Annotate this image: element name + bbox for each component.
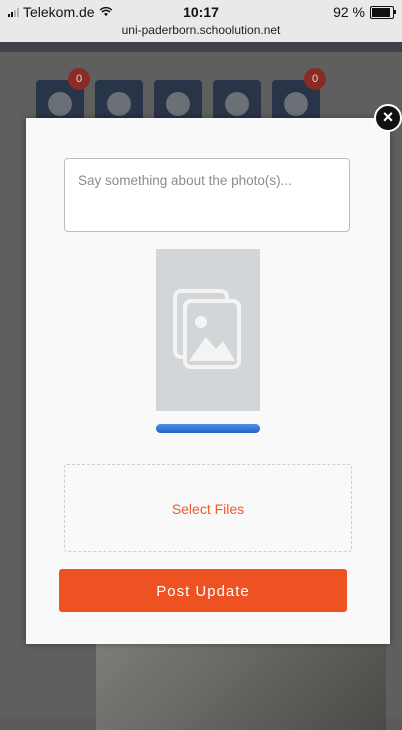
runner-icon: [166, 92, 190, 116]
address-url[interactable]: uni-paderborn.schoolution.net: [0, 23, 402, 37]
notification-badge: 0: [68, 68, 90, 90]
photo-upload-modal: Select Files Post Update: [26, 118, 390, 644]
notification-badge: 0: [304, 68, 326, 90]
battery-icon: [370, 5, 396, 19]
images-icon: [173, 289, 241, 369]
file-dropzone[interactable]: Select Files: [64, 464, 352, 552]
top-nav-bar: [0, 42, 402, 52]
image-preview: [156, 249, 260, 411]
map-pin-icon: [107, 92, 131, 116]
status-bar: Telekom.de 10:17 92 % uni-paderborn.scho…: [0, 0, 402, 42]
close-icon[interactable]: ×: [374, 104, 402, 132]
caption-input[interactable]: [64, 158, 350, 232]
progress-fill: [156, 424, 260, 433]
share-icon: [284, 92, 308, 116]
clipboard-icon: [48, 92, 72, 116]
select-files-link[interactable]: Select Files: [65, 465, 351, 551]
smiley-icon: [225, 92, 249, 116]
status-right: 92 %: [333, 4, 396, 20]
upload-progress-bar: [156, 424, 260, 433]
battery-percent: 92 %: [333, 4, 365, 20]
post-update-button[interactable]: Post Update: [59, 569, 347, 612]
